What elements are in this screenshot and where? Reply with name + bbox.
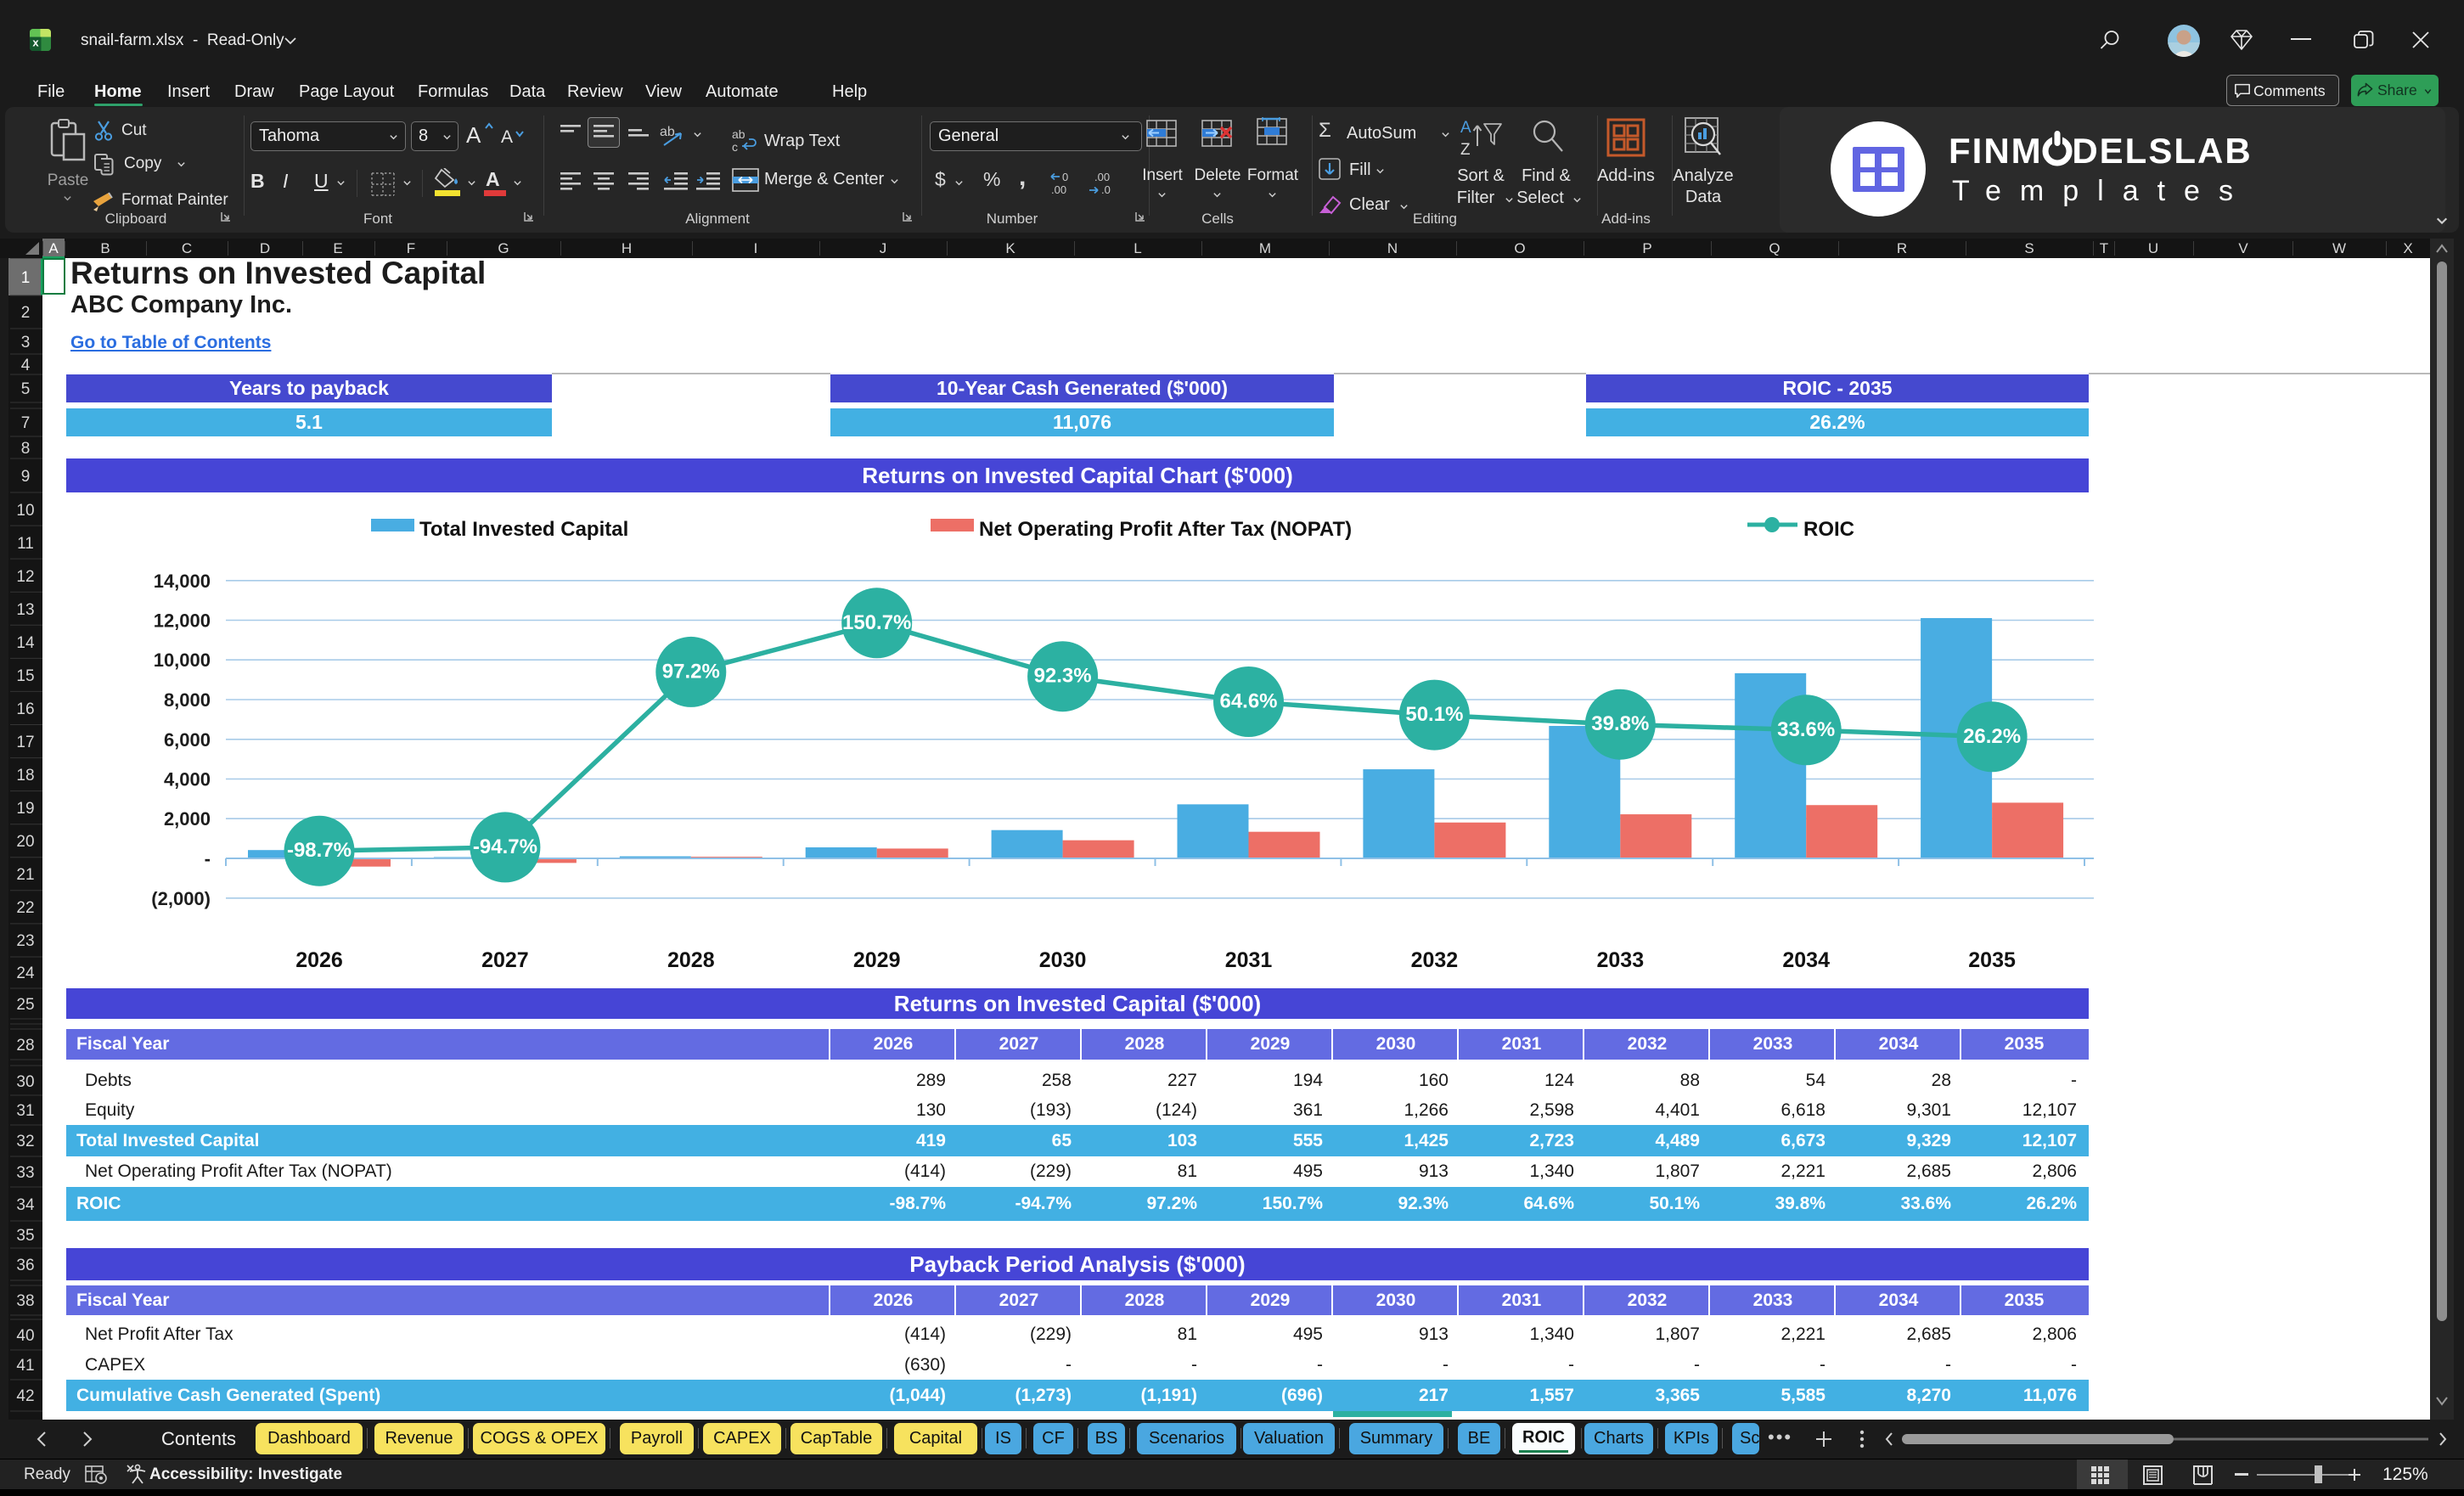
svg-text:A: A (48, 240, 59, 256)
svg-text:L: L (1134, 240, 1141, 256)
svg-text:J: J (880, 240, 887, 256)
svg-text:8: 8 (21, 440, 31, 458)
svg-text:G: G (498, 240, 509, 256)
svg-text:5: 5 (21, 380, 31, 398)
svg-text:.00: .00 (1094, 171, 1110, 183)
svg-text:39.8%: 39.8% (1591, 712, 1649, 735)
svg-text:c: c (732, 140, 738, 153)
svg-text:64.6%: 64.6% (1219, 690, 1277, 713)
svg-text:R: R (1897, 240, 1907, 256)
svg-text:T: T (2100, 240, 2108, 256)
svg-text:10,000: 10,000 (154, 650, 211, 671)
svg-text:Total Invested Capital: Total Invested Capital (419, 518, 628, 541)
svg-text:V: V (2238, 240, 2248, 256)
svg-text:-94.7%: -94.7% (473, 835, 537, 858)
svg-text:2035: 2035 (1968, 948, 2016, 972)
svg-text:E: E (333, 240, 342, 256)
svg-text:W: W (2332, 240, 2346, 256)
svg-text:6,000: 6,000 (164, 729, 211, 751)
svg-text:S: S (2024, 240, 2034, 256)
svg-text:-98.7%: -98.7% (287, 839, 352, 862)
svg-text:1: 1 (21, 269, 31, 287)
svg-text:D: D (260, 240, 270, 256)
svg-text:34: 34 (16, 1196, 35, 1214)
svg-text:2034: 2034 (1782, 948, 1830, 972)
svg-text:ab: ab (660, 125, 675, 139)
svg-text:4: 4 (21, 357, 31, 374)
svg-text:Q: Q (1769, 240, 1780, 256)
svg-text:Net Operating Profit After Tax: Net Operating Profit After Tax (NOPAT) (979, 518, 1352, 541)
svg-text:B: B (100, 240, 110, 256)
svg-text:2030: 2030 (1039, 948, 1087, 972)
svg-text:A: A (1460, 119, 1471, 137)
svg-text:2033: 2033 (1596, 948, 1644, 972)
svg-text:33: 33 (16, 1164, 34, 1182)
svg-text:I: I (754, 240, 758, 256)
svg-text:9: 9 (21, 468, 31, 486)
svg-text:7: 7 (21, 414, 31, 432)
svg-text:92.3%: 92.3% (1034, 665, 1092, 688)
svg-text:3: 3 (21, 334, 31, 352)
svg-text:N: N (1387, 240, 1398, 256)
svg-text:35: 35 (16, 1227, 34, 1245)
svg-text:Z: Z (1460, 141, 1471, 159)
svg-text:97.2%: 97.2% (662, 660, 720, 683)
svg-text:40: 40 (16, 1327, 34, 1345)
svg-text:2031: 2031 (1225, 948, 1273, 972)
svg-text:28: 28 (16, 1037, 34, 1055)
svg-text:36: 36 (16, 1257, 34, 1274)
svg-text:42: 42 (16, 1387, 34, 1405)
svg-text:14,000: 14,000 (154, 571, 211, 592)
svg-text:ROIC: ROIC (1803, 518, 1854, 541)
svg-text:150.7%: 150.7% (842, 611, 911, 634)
svg-text:P: P (1642, 240, 1651, 256)
svg-text:U: U (2148, 240, 2158, 256)
svg-text:12,000: 12,000 (154, 610, 211, 632)
svg-text:C: C (182, 240, 192, 256)
svg-text:2027: 2027 (481, 948, 529, 972)
svg-text:H: H (622, 240, 632, 256)
svg-text:2028: 2028 (667, 948, 715, 972)
svg-text:-: - (205, 848, 211, 869)
svg-text:38: 38 (16, 1292, 34, 1310)
svg-text:0: 0 (1062, 171, 1068, 183)
svg-text:O: O (1514, 240, 1525, 256)
svg-text:F: F (407, 240, 415, 256)
svg-text:2029: 2029 (853, 948, 901, 972)
svg-text:M: M (1259, 240, 1271, 256)
svg-text:26.2%: 26.2% (1963, 725, 2021, 748)
svg-text:8,000: 8,000 (164, 689, 211, 711)
svg-text:K: K (1005, 240, 1015, 256)
svg-text:.00: .00 (1051, 183, 1066, 195)
svg-text:2: 2 (21, 304, 31, 322)
svg-text:32: 32 (16, 1133, 34, 1150)
svg-text:X: X (2403, 240, 2412, 256)
svg-text:50.1%: 50.1% (1405, 703, 1463, 726)
svg-text:(2,000): (2,000) (151, 888, 211, 909)
svg-text:2032: 2032 (1411, 948, 1459, 972)
svg-text:33.6%: 33.6% (1777, 718, 1835, 741)
svg-text:30: 30 (16, 1073, 34, 1091)
svg-text:ab: ab (732, 127, 745, 141)
svg-text:4,000: 4,000 (164, 769, 211, 790)
svg-text:31: 31 (16, 1102, 34, 1120)
svg-text:2,000: 2,000 (164, 808, 211, 830)
svg-text:.0: .0 (1101, 183, 1111, 195)
svg-text:41: 41 (16, 1357, 34, 1375)
svg-text:2026: 2026 (295, 948, 343, 972)
